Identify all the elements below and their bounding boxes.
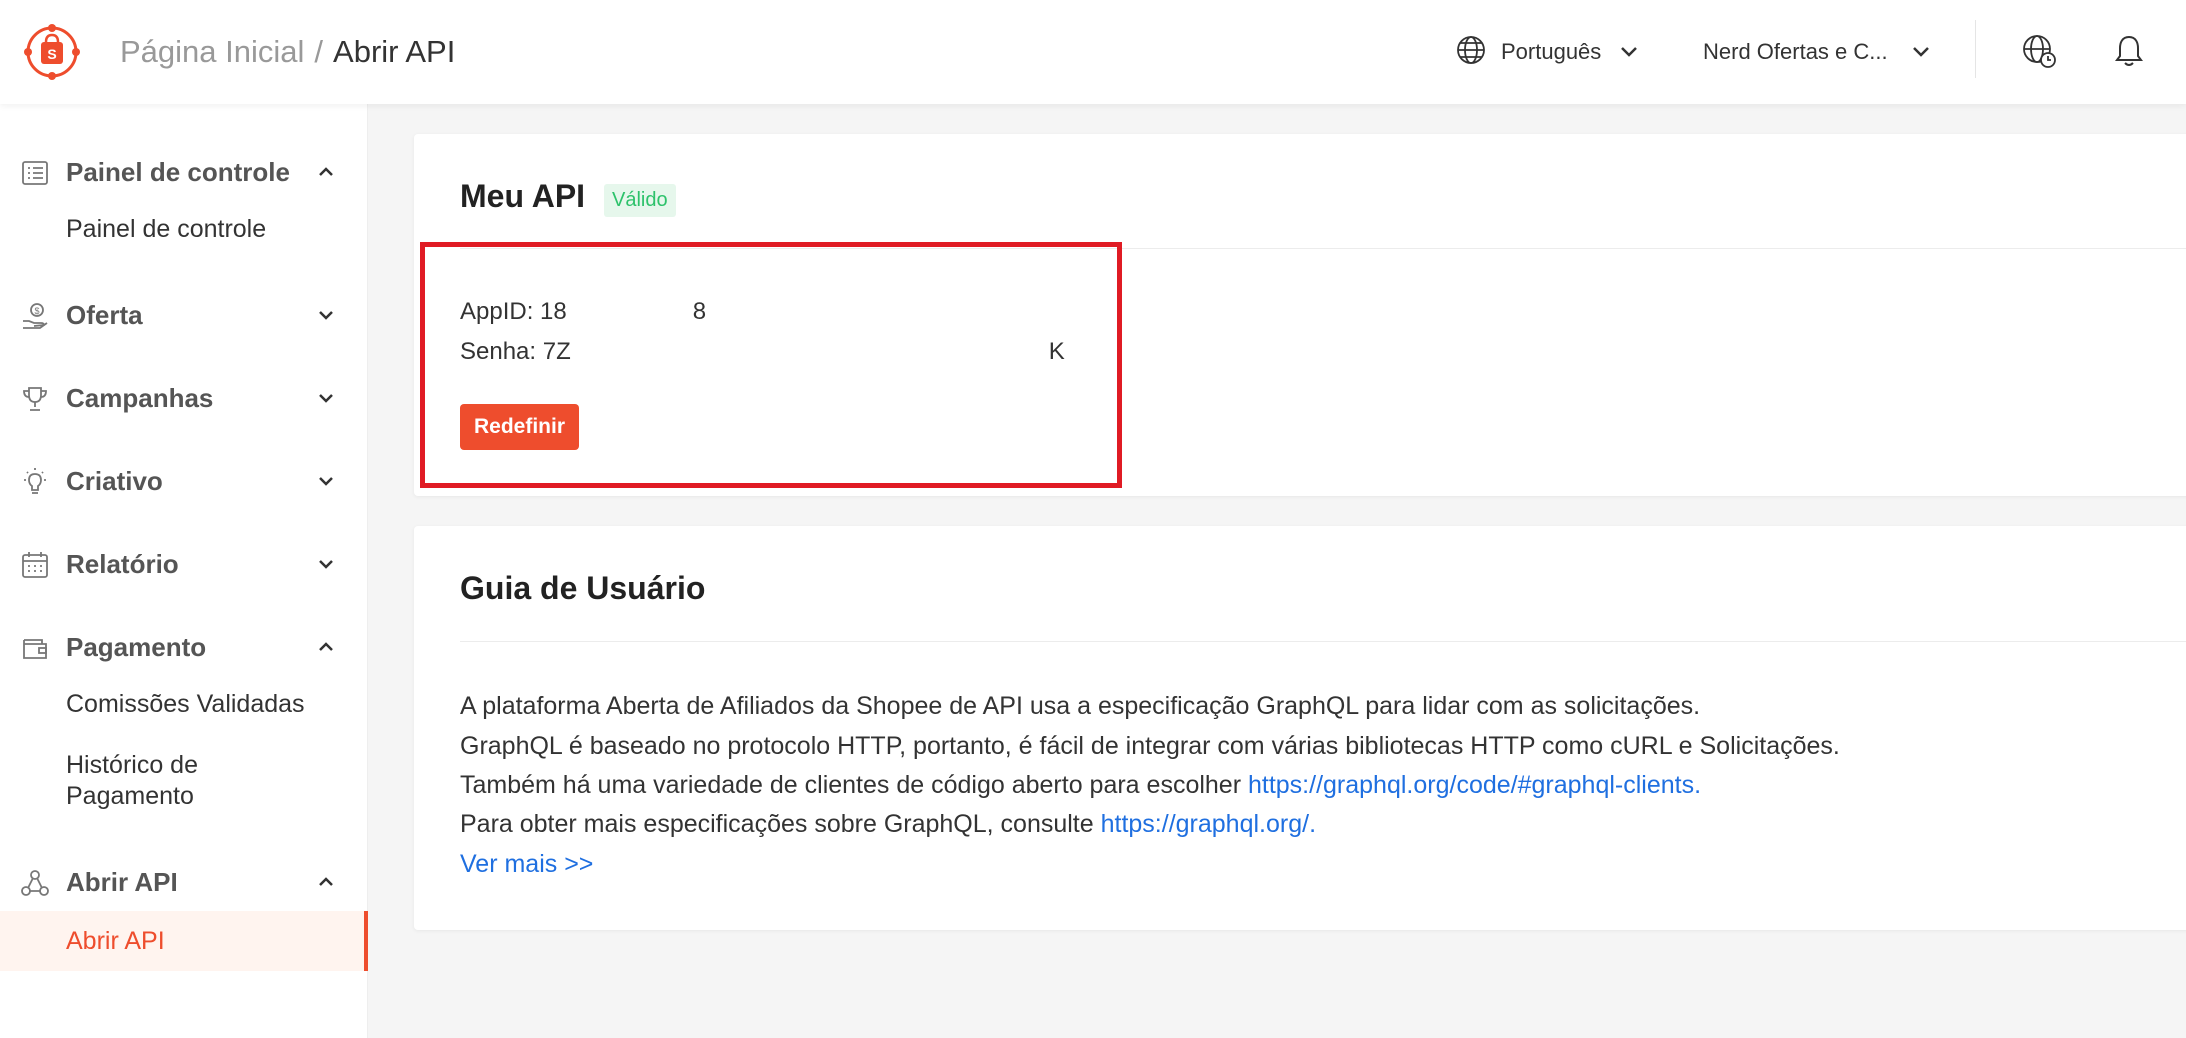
sidebar-group-offer[interactable]: $ Oferta [0,287,368,343]
sidebar-item-dashboard[interactable]: Painel de controle [0,214,368,245]
account-name: Nerd Ofertas e C... [1703,39,1888,64]
chevron-up-icon [314,635,338,659]
breadcrumb-separator: / [314,34,324,69]
breadcrumb-home[interactable]: Página Inicial [120,32,304,72]
sidebar-group-dashboard[interactable]: Painel de controle [0,144,368,200]
chevron-up-icon [314,160,338,184]
svg-text:S: S [47,46,56,62]
hand-coin-icon: $ [20,301,50,331]
list-icon [20,158,50,188]
sidebar-group-open-api[interactable]: Abrir API [0,854,368,910]
sidebar-group-label: Campanhas [66,382,214,413]
see-more-line: Ver mais >> [460,844,593,884]
calendar-icon [20,550,50,580]
app-id-tail: 8 [692,298,707,325]
chevron-down-icon [314,469,338,493]
top-header: S Página Inicial / Abrir API Português N… [0,0,2186,104]
timezone-icon[interactable] [2018,30,2060,72]
globe-icon [1455,34,1487,71]
chevron-down-icon [1615,38,1643,66]
guide-paragraph-4-text: Para obter mais especificações sobre Gra… [460,810,1101,838]
app-id-value: AppID: 18 [460,298,567,325]
chevron-down-icon [1907,38,1935,66]
sidebar-item-label-line2: Pagamento [66,782,194,810]
network-icon [20,868,50,898]
user-guide-title: Guia de Usuário [460,570,706,606]
sidebar-group-label: Painel de controle [66,156,290,187]
reset-button[interactable]: Redefinir [460,404,580,450]
breadcrumb-current: Abrir API [333,34,456,69]
chevron-up-icon [314,870,338,894]
sidebar-group-label: Abrir API [66,866,178,897]
sidebar-item-label-line1: Histórico de [66,751,198,779]
account-selector[interactable]: Nerd Ofertas e C... [1703,30,1935,74]
sidebar-item-open-api[interactable]: Abrir API [0,911,368,971]
guide-paragraph-3: Também há uma variedade de clientes de c… [460,765,1701,805]
card-divider [460,641,2186,642]
my-api-title: Meu API [460,178,586,214]
sidebar-item-validated-commissions[interactable]: Comissões Validadas [0,689,368,720]
chevron-down-icon [314,552,338,576]
secret-tail: K [1048,338,1065,365]
sidebar-group-label: Oferta [66,299,143,330]
sidebar: Painel de controle Painel de controle $ … [0,104,368,1038]
my-api-card: Meu API Válido AppID: 18 8 Senha: 7Z K Red… [414,134,2186,496]
guide-paragraph-3-text: Também há uma variedade de clientes de c… [460,771,1248,799]
sidebar-group-label: Relatório [66,548,179,579]
status-badge: Válido [604,184,676,217]
notification-bell-icon[interactable] [2108,30,2150,72]
guide-paragraph-1: A plataforma Aberta de Afiliados da Shop… [460,692,1701,720]
user-guide-card: Guia de Usuário A plataforma Aberta de A… [414,526,2186,930]
sidebar-group-label: Criativo [66,465,163,496]
language-selector[interactable]: Português [1455,30,1643,74]
secret-value: Senha: 7Z [460,338,571,365]
breadcrumb: Página Inicial / Abrir API [120,32,455,72]
svg-text:$: $ [34,306,39,316]
chevron-down-icon [314,303,338,327]
sidebar-group-payment[interactable]: Pagamento [0,619,368,675]
header-divider [1975,20,1976,78]
sidebar-group-creative[interactable]: Criativo [0,453,368,509]
graphql-spec-link[interactable]: https://graphql.org/. [1101,810,1316,838]
chevron-down-icon [314,386,338,410]
guide-paragraph-2: GraphQL é baseado no protocolo HTTP, por… [460,732,1840,760]
sidebar-group-label: Pagamento [66,631,207,662]
secret-line: Senha: 7Z K [460,338,1065,366]
wallet-icon [20,633,50,663]
graphql-clients-link[interactable]: https://graphql.org/code/#graphql-client… [1248,771,1701,799]
sidebar-group-report[interactable]: Relatório [0,536,368,592]
trophy-icon [20,384,50,414]
sidebar-item-payment-history[interactable]: Histórico de Pagamento [0,750,368,812]
sidebar-group-campaigns[interactable]: Campanhas [0,370,368,426]
see-more-link[interactable]: Ver mais >> [460,850,593,878]
language-label: Português [1501,39,1602,64]
guide-paragraph-4: Para obter mais especificações sobre Gra… [460,804,1316,844]
app-id-line: AppID: 18 8 [460,298,706,326]
shopee-affiliate-logo-icon[interactable]: S [20,20,84,84]
lightbulb-icon [20,467,50,497]
